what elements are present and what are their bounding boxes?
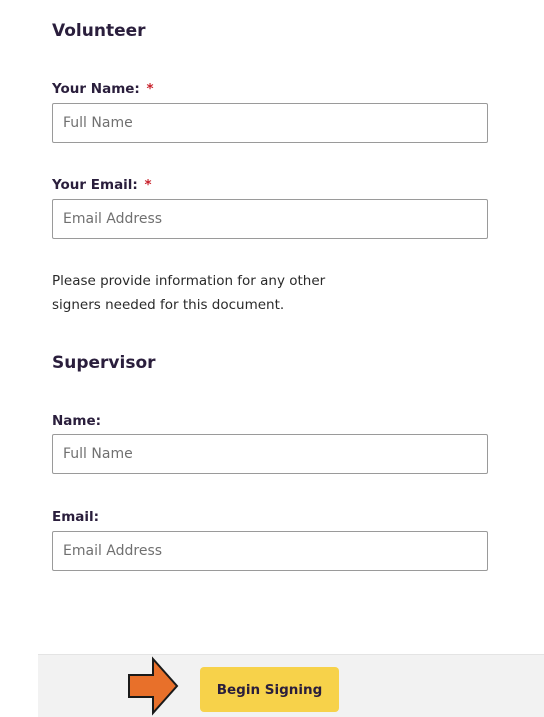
supervisor-name-label-text: Name:	[52, 413, 102, 429]
volunteer-name-label-text: Your Name:	[52, 81, 140, 97]
supervisor-email-input[interactable]	[52, 531, 488, 571]
volunteer-email-label: Your Email: *	[52, 177, 152, 193]
info-line-1: Please provide information for any other	[52, 273, 326, 289]
required-marker: *	[146, 81, 154, 97]
supervisor-email-label: Email:	[52, 509, 99, 525]
supervisor-name-label: Name:	[52, 413, 101, 429]
supervisor-name-input[interactable]	[52, 434, 488, 474]
begin-signing-button[interactable]: Begin Signing	[200, 667, 339, 712]
supervisor-email-label-text: Email:	[52, 509, 100, 525]
volunteer-name-label: Your Name: *	[52, 81, 154, 97]
volunteer-email-input[interactable]	[52, 199, 488, 239]
volunteer-section-title: Volunteer	[52, 21, 146, 41]
volunteer-name-input[interactable]	[52, 103, 488, 143]
info-line-2: signers needed for this document.	[52, 297, 285, 313]
other-signers-info: Please provide information for any other…	[52, 269, 412, 317]
volunteer-email-label-text: Your Email:	[52, 177, 138, 193]
required-marker: *	[144, 177, 152, 193]
supervisor-section-title: Supervisor	[52, 353, 156, 373]
arrow-right-icon	[128, 656, 179, 716]
signing-form-page: Volunteer Your Name: * Your Email: * Ple…	[0, 0, 544, 717]
